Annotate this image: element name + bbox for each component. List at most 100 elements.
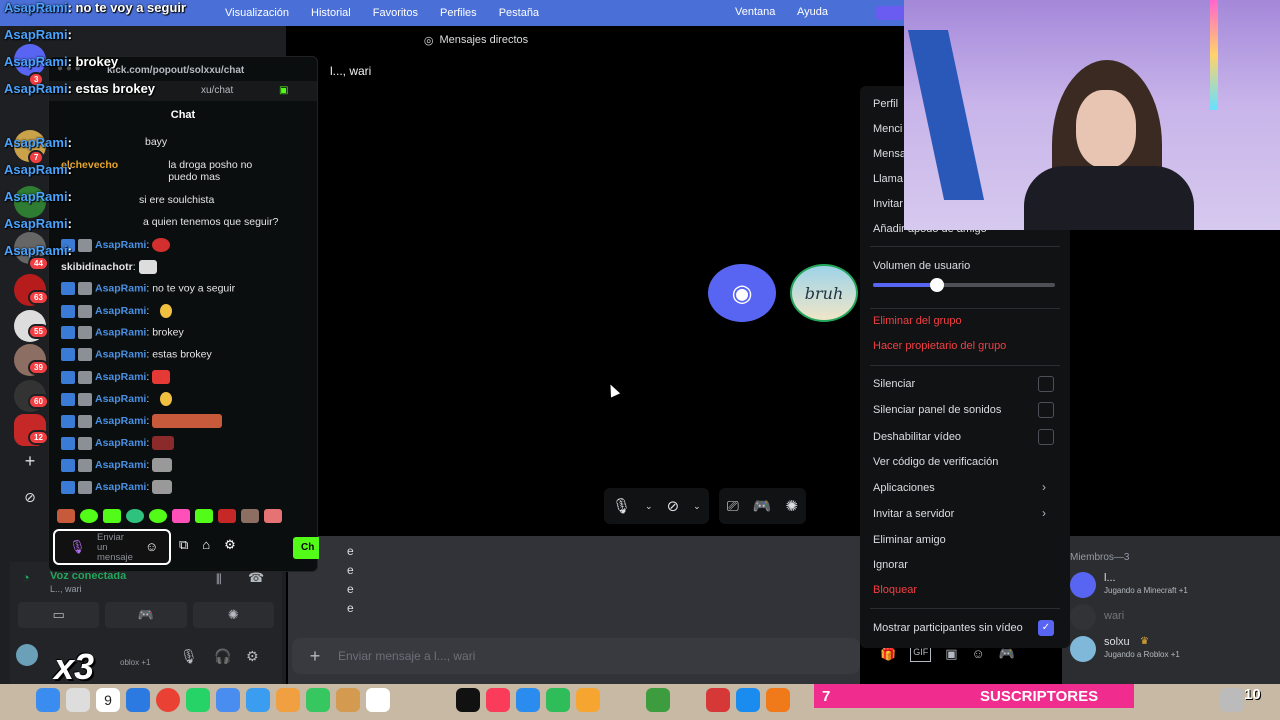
ctx-show-no-video[interactable]: Mostrar participantes sin vídeo <box>873 622 1023 634</box>
mail-icon[interactable] <box>246 688 270 712</box>
tv-icon[interactable] <box>456 688 480 712</box>
reminders-icon[interactable] <box>366 688 390 712</box>
ctx-apps[interactable]: Aplicaciones <box>873 482 935 494</box>
ctx-disable-video[interactable]: Deshabilitar vídeo <box>873 431 961 443</box>
username[interactable]: skibidinachotr <box>61 261 133 273</box>
username[interactable]: AsapRami <box>95 305 146 317</box>
username[interactable]: AsapRami <box>95 326 146 338</box>
member-item[interactable]: wari <box>1070 602 1270 632</box>
voice-channel-name[interactable]: L.., wari <box>50 584 82 594</box>
mute-checkbox[interactable] <box>1038 376 1054 392</box>
keynote-icon[interactable] <box>516 688 540 712</box>
username[interactable]: AsapRami <box>95 481 146 493</box>
username[interactable]: AsapRami <box>95 282 146 294</box>
disconnect-icon[interactable]: ☎ <box>248 570 264 586</box>
ctx-ignore[interactable]: Ignorar <box>873 559 908 571</box>
music-icon[interactable] <box>486 688 510 712</box>
member-item[interactable]: l... Jugando a Minecraft +1 <box>1070 570 1270 600</box>
ctx-mute[interactable]: Silenciar <box>873 378 915 390</box>
emote[interactable] <box>195 509 213 523</box>
pages-icon[interactable] <box>576 688 600 712</box>
emote[interactable] <box>264 509 282 523</box>
camera-button[interactable]: ▭ <box>18 602 100 628</box>
show-no-video-checkbox[interactable]: ✓ <box>1038 620 1054 636</box>
ctx-make-owner[interactable]: Hacer propietario del grupo <box>873 340 1006 352</box>
photos-icon[interactable] <box>276 688 300 712</box>
messages-icon[interactable] <box>306 688 330 712</box>
dm-header-title[interactable]: Mensajes directos <box>439 34 528 46</box>
username[interactable]: AsapRami <box>95 239 146 251</box>
ctx-invite-server[interactable]: Invitar a servidor <box>873 508 954 520</box>
menu-item-perfiles[interactable]: Perfiles <box>429 7 488 19</box>
mute-icon[interactable]: 🎙 <box>180 648 198 665</box>
emote[interactable] <box>172 509 190 523</box>
group-dm-name[interactable]: l..., wari <box>330 64 371 78</box>
user-settings-icon[interactable]: ⚙ <box>246 648 259 665</box>
message-composer[interactable]: + Enviar mensaje a l..., wari <box>292 638 860 674</box>
headphones-icon[interactable]: 🎧 <box>214 648 231 665</box>
soundboard-icon[interactable]: ✺ <box>785 497 798 515</box>
emote[interactable] <box>149 509 167 523</box>
launchpad-icon[interactable] <box>66 688 90 712</box>
username[interactable]: AsapRami <box>95 371 146 383</box>
menu-item-favoritos[interactable]: Favoritos <box>362 7 429 19</box>
composer-input[interactable]: Enviar mensaje a l..., wari <box>338 649 475 663</box>
call-participant-avatar[interactable]: ◉ <box>708 264 776 322</box>
microphone-icon[interactable]: 🎙 <box>69 539 86 555</box>
camera-off-icon[interactable]: ⊘ <box>667 497 680 515</box>
emote[interactable] <box>241 509 259 523</box>
calendar-icon[interactable]: 9 <box>96 688 120 712</box>
ctx-call[interactable]: Llama <box>873 173 903 185</box>
chrome-icon[interactable] <box>156 688 180 712</box>
menu-item-ventana[interactable]: Ventana <box>724 6 786 18</box>
emote[interactable] <box>57 509 75 523</box>
ctx-remove-from-group[interactable]: Eliminar del grupo <box>873 315 962 327</box>
disable-video-checkbox[interactable] <box>1038 429 1054 445</box>
menu-item-pestana[interactable]: Pestaña <box>488 7 550 19</box>
username[interactable]: AsapRami <box>95 459 146 471</box>
username[interactable]: AsapRami <box>95 348 146 360</box>
emote[interactable] <box>218 509 236 523</box>
ctx-profile[interactable]: Perfil <box>873 98 898 110</box>
member-item[interactable]: solxu ♛ Jugando a Roblox +1 <box>1070 634 1270 664</box>
ctx-remove-friend[interactable]: Eliminar amigo <box>873 534 946 546</box>
settings-icon[interactable]: ⚙ <box>224 537 236 553</box>
username[interactable]: AsapRami <box>95 415 146 427</box>
ctx-verification-code[interactable]: Ver código de verificación <box>873 456 998 468</box>
chevron-down-icon[interactable]: ⌄ <box>693 501 701 512</box>
emote[interactable] <box>103 509 121 523</box>
gif-icon[interactable]: GIF <box>910 646 932 662</box>
ctx-invite[interactable]: Invitar <box>873 198 903 210</box>
volume-knob[interactable] <box>929 278 944 292</box>
emoji-icon[interactable]: ☺ <box>145 539 158 554</box>
ctx-block[interactable]: Bloquear <box>873 584 917 596</box>
finder-icon[interactable] <box>36 688 60 712</box>
roblox-icon[interactable] <box>706 688 730 712</box>
store-icon[interactable]: ⌂ <box>202 537 210 553</box>
whatsapp-icon[interactable] <box>186 688 210 712</box>
appstore-like-icon[interactable] <box>216 688 240 712</box>
gift-icon[interactable]: 🎁 <box>880 646 896 662</box>
activity-button[interactable]: 🎮 <box>105 602 187 628</box>
ctx-message[interactable]: Mensa <box>873 148 906 160</box>
ctx-mention[interactable]: Menci <box>873 123 902 135</box>
notes-icon[interactable] <box>336 688 360 712</box>
numbers-icon[interactable] <box>546 688 570 712</box>
flstudio-icon[interactable] <box>766 688 790 712</box>
chevron-down-icon[interactable]: ⌄ <box>645 501 653 512</box>
trash-icon[interactable] <box>1220 688 1244 712</box>
soundboard-button[interactable]: ✺ <box>192 602 274 628</box>
menu-item-historial[interactable]: Historial <box>300 7 362 19</box>
appstore-icon[interactable] <box>736 688 760 712</box>
minecraft-icon[interactable] <box>646 688 670 712</box>
mute-soundboard-checkbox[interactable] <box>1038 402 1054 418</box>
username[interactable]: AsapRami <box>95 437 146 449</box>
ctx-mute-soundboard[interactable]: Silenciar panel de sonidos <box>873 404 1001 416</box>
apps-icon[interactable]: 🎮 <box>999 646 1015 662</box>
screen-share-icon[interactable]: ⎚ <box>727 498 739 515</box>
kick-chat-input[interactable]: 🎙 Enviar un mensaje ☺ <box>53 529 171 565</box>
noise-suppression-icon[interactable]: ⫼ <box>216 572 222 587</box>
menu-item-visualizacion[interactable]: Visualización <box>214 7 300 19</box>
link-icon[interactable]: ⧉ <box>179 537 188 553</box>
popout-url[interactable]: kick.com/popout/solxxu/chat <box>107 65 244 76</box>
